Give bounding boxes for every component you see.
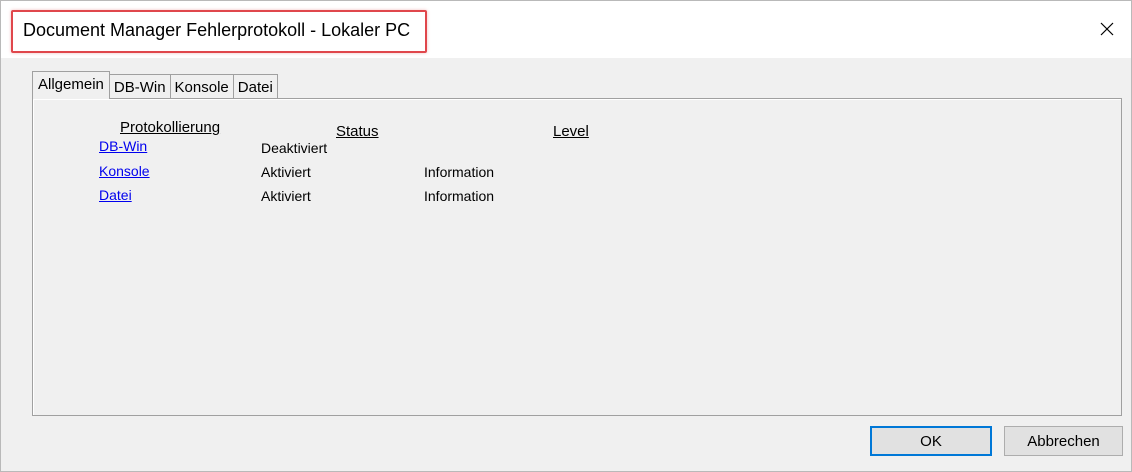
header-level: Level — [553, 123, 589, 140]
tab-allgemein[interactable]: Allgemein — [32, 71, 110, 99]
dialog-window: Document Manager Fehlerprotokoll - Lokal… — [0, 0, 1132, 472]
link-db-win[interactable]: DB-Win — [99, 138, 147, 154]
cancel-button[interactable]: Abbrechen — [1004, 426, 1123, 456]
level-datei: Information — [424, 188, 495, 204]
status-konsole: Aktiviert — [261, 164, 311, 180]
tab-strip: Allgemein DB-Win Konsole Datei — [32, 71, 278, 99]
tab-datei[interactable]: Datei — [232, 74, 278, 99]
tab-db-win[interactable]: DB-Win — [108, 74, 171, 99]
status-db-win: Deaktiviert — [261, 140, 328, 156]
tab-panel-allgemein: Protokollierung Status Level DB-Win Deak… — [32, 98, 1122, 416]
title-bar: Document Manager Fehlerprotokoll - Lokal… — [1, 1, 1131, 58]
header-status: Status — [336, 123, 379, 140]
header-protokollierung: Protokollierung — [120, 119, 221, 136]
level-konsole: Information — [424, 164, 495, 180]
close-button[interactable] — [1087, 11, 1127, 47]
link-konsole[interactable]: Konsole — [99, 163, 150, 179]
tab-konsole[interactable]: Konsole — [169, 74, 234, 99]
link-datei[interactable]: Datei — [99, 187, 132, 203]
ok-button[interactable]: OK — [870, 426, 992, 456]
panel-content: Protokollierung Status Level DB-Win Deak… — [33, 99, 1121, 415]
status-datei: Aktiviert — [261, 188, 311, 204]
window-title: Document Manager Fehlerprotokoll - Lokal… — [23, 20, 411, 40]
close-icon — [1100, 22, 1114, 36]
